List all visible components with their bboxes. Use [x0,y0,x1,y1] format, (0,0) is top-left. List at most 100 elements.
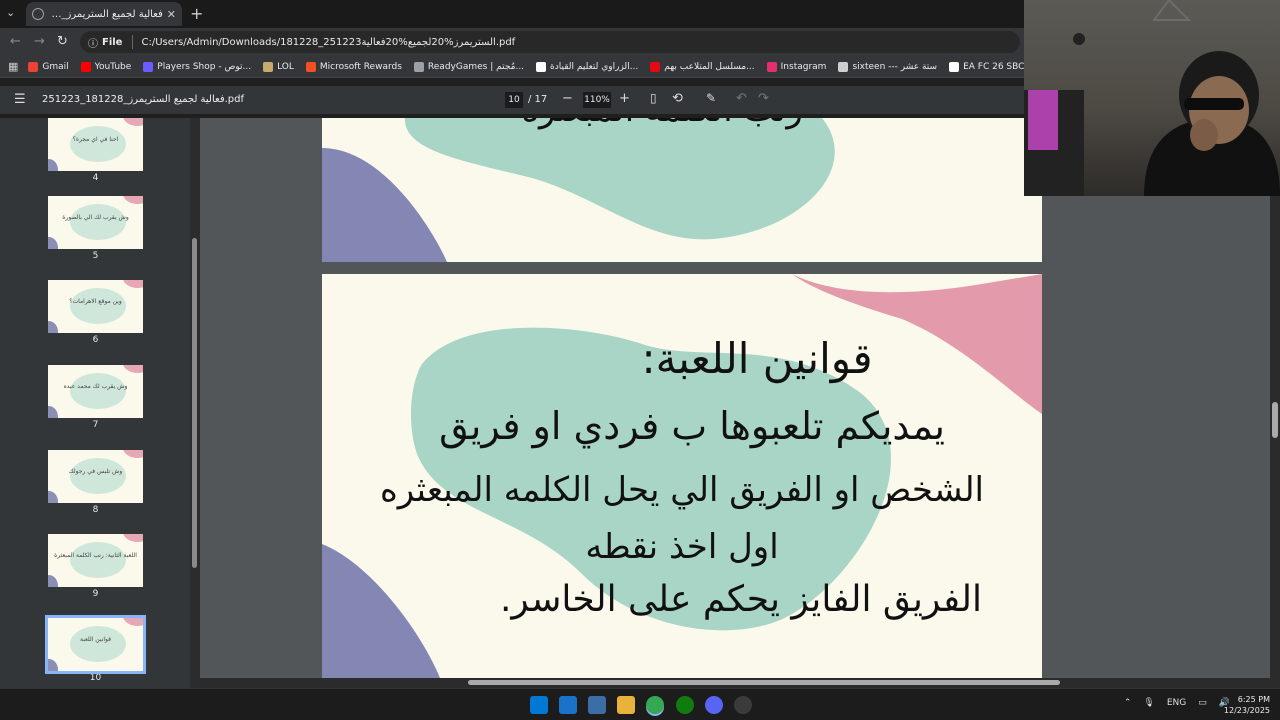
pdf-viewer[interactable]: رتب الكلمة المبعثرة قوانين اللعبة: يمديك… [200,118,1280,688]
xbox-icon[interactable] [676,696,694,714]
purple-blob [322,544,440,678]
scrollbar-thumb[interactable] [468,680,1060,685]
language-indicator[interactable]: ENG [1167,698,1186,708]
forward-icon[interactable]: → [34,34,45,49]
page-total: / 17 [528,94,548,105]
green-blob [405,118,835,240]
page-thumbnail[interactable]: احنا في اي مجرة؟ [48,118,143,171]
thumbnail-text: وش تلبس في رجولك [68,468,123,475]
bookmark-label: Players Shop - توص... [157,61,252,72]
system-tray: ⌃ 🎙 ENG ▭ 🔊 [1124,698,1230,708]
microphone-icon[interactable]: 🎙 [1143,698,1154,708]
info-icon[interactable]: ⓘ [88,35,98,50]
wall-light [1152,0,1192,21]
bookmark-item[interactable]: YouTube [80,61,132,72]
bookmark-item[interactable]: Players Shop - توص... [143,61,252,72]
bookmark-favicon-icon [536,61,547,72]
page-thumbnail[interactable]: وش يقرب لك الي بالصورة [48,196,143,249]
slide-heading: قوانين اللعبة: [641,334,873,383]
clock-time: 6:25 PM [1237,695,1270,704]
slide-decoration [322,118,835,262]
thumb-decoration [48,159,58,171]
fit-page-icon[interactable]: ▯ [650,91,657,105]
bookmark-item[interactable]: Instagram [766,61,827,72]
bookmark-item[interactable]: Microsoft Rewards [305,61,402,72]
reload-icon[interactable]: ↻ [57,34,68,49]
chevron-up-icon[interactable]: ⌃ [1124,698,1132,708]
zoom-out-button[interactable]: − [562,91,573,106]
page-thumbnail[interactable]: اللعبة الثانية: رتب الكلمة المبعثرة [48,534,143,587]
outlook-icon[interactable] [559,696,577,714]
pdf-page-9: رتب الكلمة المبعثرة [322,118,1042,262]
bookmark-item[interactable]: مسلسل المتلاعب بهم... [650,61,755,72]
bookmark-item[interactable]: sixteen --- ستة عشر [838,61,937,72]
scrollbar-thumb[interactable] [1272,402,1278,438]
slide-line-5: الفريق الفايز يحكم على الخاسر. [499,579,982,620]
scrollbar-thumb[interactable] [192,238,197,568]
rotate-icon[interactable]: ⟲ [672,91,683,106]
slide-line-2: يمديكم تلعبوها ب فردي او فريق [439,404,945,448]
address-bar[interactable]: ⓘ File C:/Users/Admin/Downloads/181228_2… [80,31,1020,53]
bookmark-label: ReadyGames | مُجتم... [427,61,525,72]
sidebar-scrollbar[interactable] [190,118,200,688]
thumb-decoration [70,204,126,240]
back-icon[interactable]: ← [10,34,21,49]
page-thumbnail[interactable]: وش تلبس في رجولك [48,450,143,503]
thumbnail-text: اللعبة الثانية: رتب الكلمة المبعثرة [54,552,137,559]
thumbnail-page-number: 7 [92,420,99,430]
webcam-image [1024,0,1280,196]
pdf-page-10: قوانين اللعبة: يمديكم تلعبوها ب فردي او … [322,274,1042,678]
store-icon[interactable] [588,696,606,714]
horizontal-scrollbar[interactable] [200,678,1270,688]
menu-icon[interactable]: ☰ [14,92,26,107]
thumbnail-text: احنا في اي مجرة؟ [72,136,119,143]
bookmark-favicon-icon [413,61,424,72]
apps-grid-icon[interactable]: ▦ [8,60,18,73]
slide-line-4: اول اخذ نقطه [585,527,779,567]
bookmark-label: Instagram [780,61,827,72]
undo-icon[interactable]: ↶ [736,91,747,106]
page-thumbnail[interactable]: وش يقرب لك محمد عبده [48,365,143,418]
zoom-in-button[interactable]: + [619,91,630,106]
thumb-decoration [48,321,58,333]
zoom-input[interactable]: 110% [583,92,611,108]
selected-thumbnail-highlight [45,615,146,674]
discord-icon[interactable] [705,696,723,714]
start-icon[interactable] [530,696,548,714]
network-icon[interactable]: ▭ [1198,698,1207,708]
thumb-decoration [48,237,58,249]
chrome-icon[interactable] [646,696,664,714]
bookmark-favicon-icon [949,61,960,72]
thumb-decoration [48,491,58,503]
bookmark-label: مسلسل المتلاعب بهم... [664,61,755,72]
new-tab-button[interactable]: + [190,4,203,23]
bookmark-label: YouTube [94,61,132,72]
tab-search-icon[interactable]: ⌄ [6,6,15,19]
thumbnail-page-number: 10 [89,673,102,683]
tab-pdf[interactable]: فعالية لجميع الستريمرز_181228_251223.pdf… [26,2,182,26]
thumbnail-page-number: 8 [92,505,99,515]
thumbnail-page-number: 9 [92,589,99,599]
bookmark-favicon-icon [838,61,849,72]
file-explorer-icon[interactable] [617,696,635,714]
thumb-decoration [70,288,126,324]
sunglasses [1184,98,1244,110]
clock[interactable]: 6:25 PM 12/23/2025 [1224,694,1270,716]
thumbnail-sidebar: احنا في اي مجرة؟ 4 وش يقرب لك الي بالصورة 5… [0,118,200,688]
draw-icon[interactable]: ✎ [706,91,716,105]
bookmark-item[interactable]: LOL [263,61,294,72]
thumbnail-page-number: 4 [92,173,99,183]
app-icon[interactable] [734,696,752,714]
close-icon[interactable]: ✕ [167,8,176,21]
windows-taskbar: ⌃ 🎙 ENG ▭ 🔊 6:25 PM 12/23/2025 [0,688,1280,720]
page-number-input[interactable]: 10 [505,92,523,108]
bookmark-item[interactable]: ReadyGames | مُجتم... [413,61,525,72]
thumb-decoration [123,118,143,126]
bookmark-item[interactable]: الزراوي لتعليم القيادة... [536,61,638,72]
wall-object [1073,33,1085,45]
viewer-scrollbar[interactable] [1270,118,1280,688]
thumb-decoration [70,542,126,578]
bookmark-item[interactable]: Gmail [28,61,69,72]
page-thumbnail[interactable]: وين موقع الاهرامات؟ [48,280,143,333]
redo-icon[interactable]: ↷ [758,91,769,106]
